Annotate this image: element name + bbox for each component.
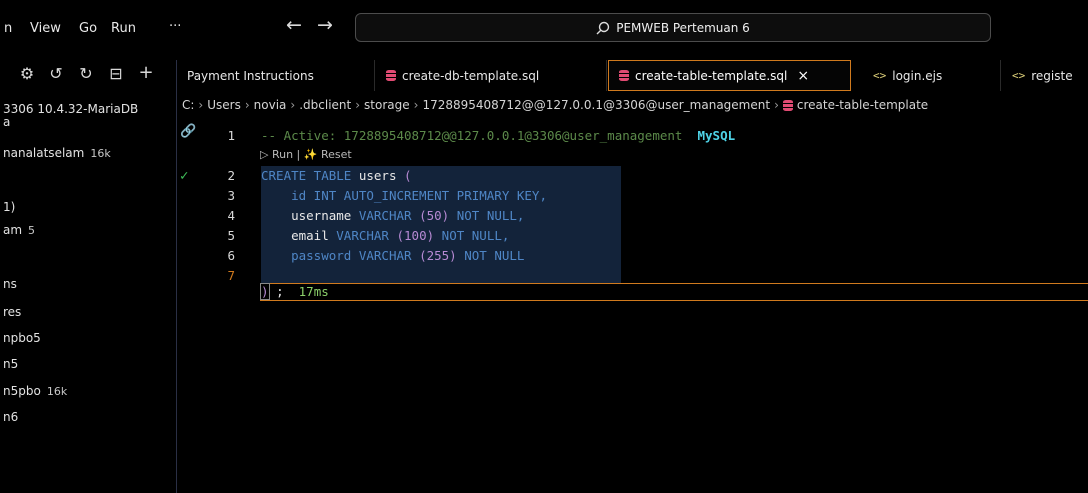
database-icon (386, 70, 396, 81)
tab-label: registe (1031, 68, 1073, 83)
tab-payment-instructions[interactable]: Payment Instructions (177, 60, 375, 91)
line-number: 5 (227, 228, 235, 243)
chevron-right-icon: › (290, 98, 296, 112)
chevron-right-icon: › (198, 98, 204, 112)
tab-create-table-template[interactable]: create-table-template.sql × (608, 60, 851, 91)
chevron-right-icon: › (774, 98, 779, 112)
search-text: PEMWEB Pertemuan 6 (616, 20, 750, 35)
breadcrumb: C: › Users › novia › .dbclient › storage › 17… (177, 92, 1088, 118)
breadcrumb-item[interactable]: .dbclient (299, 98, 351, 112)
checkmark-icon: ✓ (180, 168, 189, 184)
tab-label: create-table-template.sql (635, 68, 788, 83)
menu-item-run[interactable]: Run (111, 21, 136, 36)
breadcrumb-item[interactable]: novia (254, 98, 287, 112)
close-icon[interactable]: × (797, 68, 809, 84)
forward-arrow-icon[interactable]: → (317, 14, 333, 36)
code-line-2: CREATE TABLE users ( (261, 168, 412, 183)
command-center-search[interactable]: PEMWEB Pertemuan 6 (355, 13, 991, 42)
database-icon (619, 70, 629, 81)
breadcrumb-item[interactable]: storage (364, 98, 410, 112)
menu-item-go[interactable]: Go (79, 21, 97, 36)
back-arrow-icon[interactable]: ← (286, 14, 302, 36)
sidebar-item[interactable]: n5 (3, 357, 18, 371)
breadcrumb-item[interactable]: create-table-template (797, 98, 928, 112)
tab-label: create-db-template.sql (402, 68, 540, 83)
chevron-right-icon: › (355, 98, 361, 112)
chevron-right-icon: › (413, 98, 419, 112)
code-line-7: ) ; 17ms (260, 283, 329, 300)
tab-label: login.ejs (892, 68, 943, 83)
code-line-1: -- Active: 1728895408712@@127.0.0.1@3306… (261, 128, 735, 143)
tab-create-db-template[interactable]: create-db-template.sql (376, 60, 607, 91)
sidebar: ⚙ ↺ ↻ ⊟ + 3306 10.4.32-MariaDB a nanalat… (0, 60, 177, 493)
code-line-5: email VARCHAR (100) NOT NULL, (291, 228, 510, 243)
sidebar-item[interactable]: a (3, 115, 10, 129)
line-number: 3 (227, 188, 235, 203)
breadcrumb-item[interactable]: 1728895408712@@127.0.0.1@3306@user_manag… (422, 98, 770, 112)
execution-time: 17ms (298, 284, 329, 299)
add-icon[interactable]: + (136, 62, 156, 83)
sidebar-item[interactable]: res (3, 305, 21, 319)
codelens-run-reset[interactable]: ▷ Run | ✨ Reset (260, 148, 352, 161)
gear-icon[interactable]: ⚙ (17, 63, 37, 83)
connection-label[interactable]: 3306 10.4.32-MariaDB (3, 102, 138, 116)
tab-register[interactable]: <> registe (1002, 60, 1088, 91)
tab-bar: Payment Instructions create-db-template.… (177, 60, 1088, 91)
chevron-right-icon: › (244, 98, 250, 112)
sidebar-item[interactable]: npbo5 (3, 331, 41, 345)
sidebar-item[interactable]: n5pbo 16k (3, 384, 67, 398)
sidebar-item[interactable]: 1) (3, 200, 15, 214)
code-line-6: password VARCHAR (255) NOT NULL (291, 248, 525, 263)
more-menu-button[interactable]: ··· (169, 19, 181, 34)
history-icon[interactable]: ↺ (46, 63, 66, 83)
search-icon (596, 21, 610, 34)
collapse-icon[interactable]: ⊟ (106, 63, 126, 83)
tab-label: Payment Instructions (187, 68, 314, 83)
menu-item-file[interactable]: n (4, 21, 12, 36)
sidebar-item[interactable]: n6 (3, 410, 18, 424)
code-editor[interactable]: 🔗 ✓ 1 2 3 4 5 6 7 -- Active: 17288954087… (177, 118, 1088, 493)
line-number: 4 (227, 208, 235, 223)
breadcrumb-item[interactable]: Users (207, 98, 241, 112)
tab-login-ejs[interactable]: <> login.ejs (863, 60, 1001, 91)
code-line-3: id INT AUTO_INCREMENT PRIMARY KEY, (291, 188, 547, 203)
menu-item-view[interactable]: View (30, 21, 61, 36)
database-icon (782, 99, 793, 111)
breadcrumb-item[interactable]: C: (182, 98, 194, 112)
code-icon: <> (1012, 69, 1026, 82)
sidebar-item[interactable]: ns (3, 277, 17, 291)
code-line-4: username VARCHAR (50) NOT NULL, (291, 208, 525, 223)
sidebar-item[interactable]: am 5 (3, 223, 35, 237)
line-number: 1 (227, 128, 235, 143)
line-number-current: 7 (227, 268, 235, 283)
link-icon[interactable]: 🔗 (180, 124, 196, 139)
sidebar-item[interactable]: nanalatselam 16k (3, 146, 111, 160)
code-comment: -- Active: 1728895408712@@127.0.0.1@3306… (261, 128, 683, 143)
selection-highlight (261, 166, 621, 284)
title-bar: n View Go Run ··· ← → PEMWEB Pertemuan 6 (0, 0, 1088, 60)
line-number: 2 (227, 168, 235, 183)
refresh-icon[interactable]: ↻ (76, 63, 96, 83)
code-icon: <> (873, 69, 887, 82)
dialect-label: MySQL (697, 128, 736, 143)
line-number: 6 (227, 248, 235, 263)
current-line-highlight (260, 283, 1088, 301)
